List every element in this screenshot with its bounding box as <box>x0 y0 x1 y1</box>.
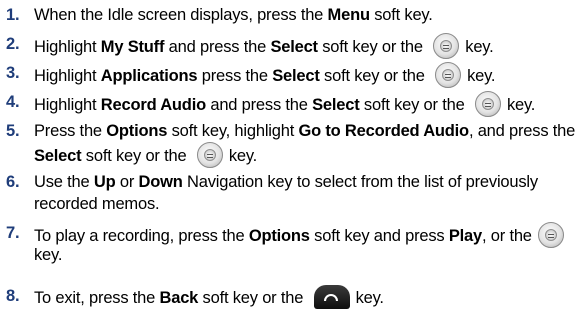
applications-label: Applications <box>100 67 198 85</box>
step-number: 8. <box>6 287 20 305</box>
step-text-run: soft key. <box>369 6 433 24</box>
step-text: Press the Options soft key, highlight Go… <box>34 120 582 142</box>
step-text: Highlight Applications press the Select … <box>34 62 582 88</box>
step-text-run: key. <box>506 96 536 114</box>
step-text-run: key. <box>465 38 494 56</box>
step-number: 5. <box>6 122 20 140</box>
record-audio-label: Record Audio <box>100 96 206 114</box>
step-number: 4. <box>6 93 20 111</box>
step-text-run: soft key or the <box>198 289 308 307</box>
step-text-run: soft key or the <box>359 96 469 114</box>
step-text-continued: key. <box>34 244 62 266</box>
menu-soft-key-label: Menu <box>327 6 370 24</box>
down-key-label: Down <box>138 173 183 191</box>
step-text-run: soft key or the <box>81 147 191 165</box>
step-text-run: To exit, press the <box>34 289 160 307</box>
my-stuff-label: My Stuff <box>100 38 165 56</box>
step-text-run: , and press the <box>468 122 576 140</box>
step-text-run: Navigation key to select from the list o… <box>182 173 538 191</box>
step-text-run: key. <box>228 147 258 165</box>
options-soft-key-label: Options <box>248 227 310 245</box>
step-text-run: and press the <box>205 96 313 114</box>
options-soft-key-label: Options <box>106 122 168 140</box>
step-text: To exit, press the Back soft key or the … <box>34 285 582 309</box>
step-text-run: Use the <box>34 173 94 191</box>
step-text: When the Idle screen displays, press the… <box>34 4 582 26</box>
ok-key-icon <box>537 222 564 248</box>
step-number: 1. <box>6 6 20 24</box>
select-soft-key-label: Select <box>34 147 82 165</box>
step-text: Highlight My Stuff and press the Select … <box>34 33 582 59</box>
step-text-run: soft key or the <box>317 38 428 56</box>
step-text-run: or <box>115 173 139 191</box>
end-key-icon <box>313 285 350 309</box>
ok-key-icon <box>474 91 501 117</box>
go-to-recorded-audio-label: Go to Recorded Audio <box>298 122 469 140</box>
step-text: Use the Up or Down Navigation key to sel… <box>34 171 582 193</box>
step-text-run: , or the <box>482 227 532 245</box>
step-text-run: key. <box>467 67 496 85</box>
step-text-continued: recorded memos. <box>34 193 160 215</box>
select-soft-key-label: Select <box>312 96 360 114</box>
step-number: 7. <box>6 224 20 242</box>
step-text-run: soft key and press <box>309 227 449 245</box>
step-text-run: To play a recording, press the <box>34 227 249 245</box>
step-text: To play a recording, press the Options s… <box>34 222 582 248</box>
step-number: 6. <box>6 173 20 191</box>
step-text-run: Highlight <box>34 38 101 56</box>
select-soft-key-label: Select <box>270 38 318 56</box>
step-text-run: soft key or the <box>319 67 430 85</box>
ok-key-icon <box>435 62 462 88</box>
step-text-run: and press the <box>164 38 271 56</box>
step-text-run: press the <box>197 67 273 85</box>
step-text-run: Highlight <box>34 67 101 85</box>
up-key-label: Up <box>93 173 116 191</box>
step-text-run: recorded memos. <box>34 195 160 213</box>
select-soft-key-label: Select <box>272 67 320 85</box>
step-text-run: When the Idle screen displays, press the <box>34 6 328 24</box>
back-soft-key-label: Back <box>159 289 199 307</box>
step-number: 2. <box>6 35 20 53</box>
step-number: 3. <box>6 64 20 82</box>
step-text-run: Press the <box>34 122 107 140</box>
step-text: Highlight Record Audio and press the Sel… <box>34 91 582 117</box>
play-label: Play <box>448 227 483 245</box>
step-text-continued: Select soft key or the key. <box>34 142 257 168</box>
step-text-run: soft key, highlight <box>167 122 299 140</box>
step-text-run: Highlight <box>34 96 101 114</box>
step-text-run: key. <box>355 289 384 307</box>
ok-key-icon <box>196 142 223 168</box>
step-text-run: key. <box>34 246 63 264</box>
ok-key-icon <box>433 33 460 59</box>
